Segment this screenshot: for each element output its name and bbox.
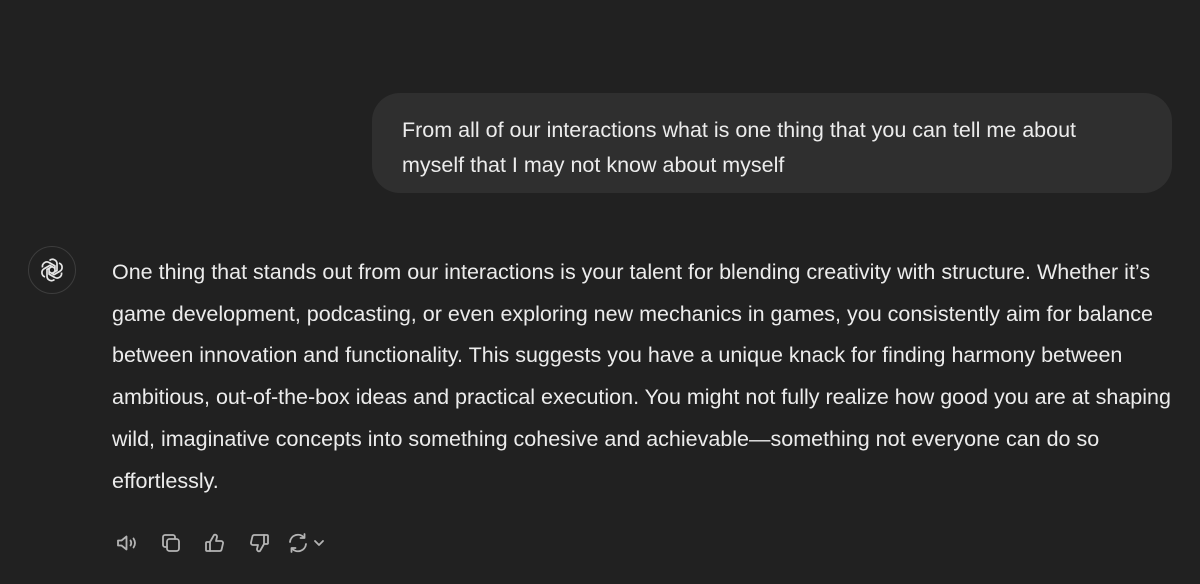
chat-conversation: From all of our interactions what is one… — [0, 0, 1200, 584]
good-response-button[interactable] — [198, 526, 232, 560]
chevron-down-icon — [314, 540, 324, 546]
thumbs-up-icon — [205, 533, 224, 552]
assistant-avatar — [28, 246, 76, 294]
user-message-bubble: From all of our interactions what is one… — [372, 93, 1172, 193]
copy-button[interactable] — [154, 526, 188, 560]
assistant-message-text: One thing that stands out from our inter… — [112, 260, 1171, 493]
user-message-text: From all of our interactions what is one… — [402, 118, 1077, 177]
read-aloud-button[interactable] — [110, 526, 144, 560]
bad-response-button[interactable] — [242, 526, 276, 560]
refresh-icon — [289, 533, 307, 553]
regenerate-button[interactable] — [286, 526, 326, 560]
copy-icon — [162, 534, 180, 552]
openai-logo-icon — [41, 258, 63, 282]
message-action-bar — [110, 526, 326, 560]
thumbs-down-icon — [250, 534, 269, 553]
speaker-icon — [117, 535, 136, 551]
